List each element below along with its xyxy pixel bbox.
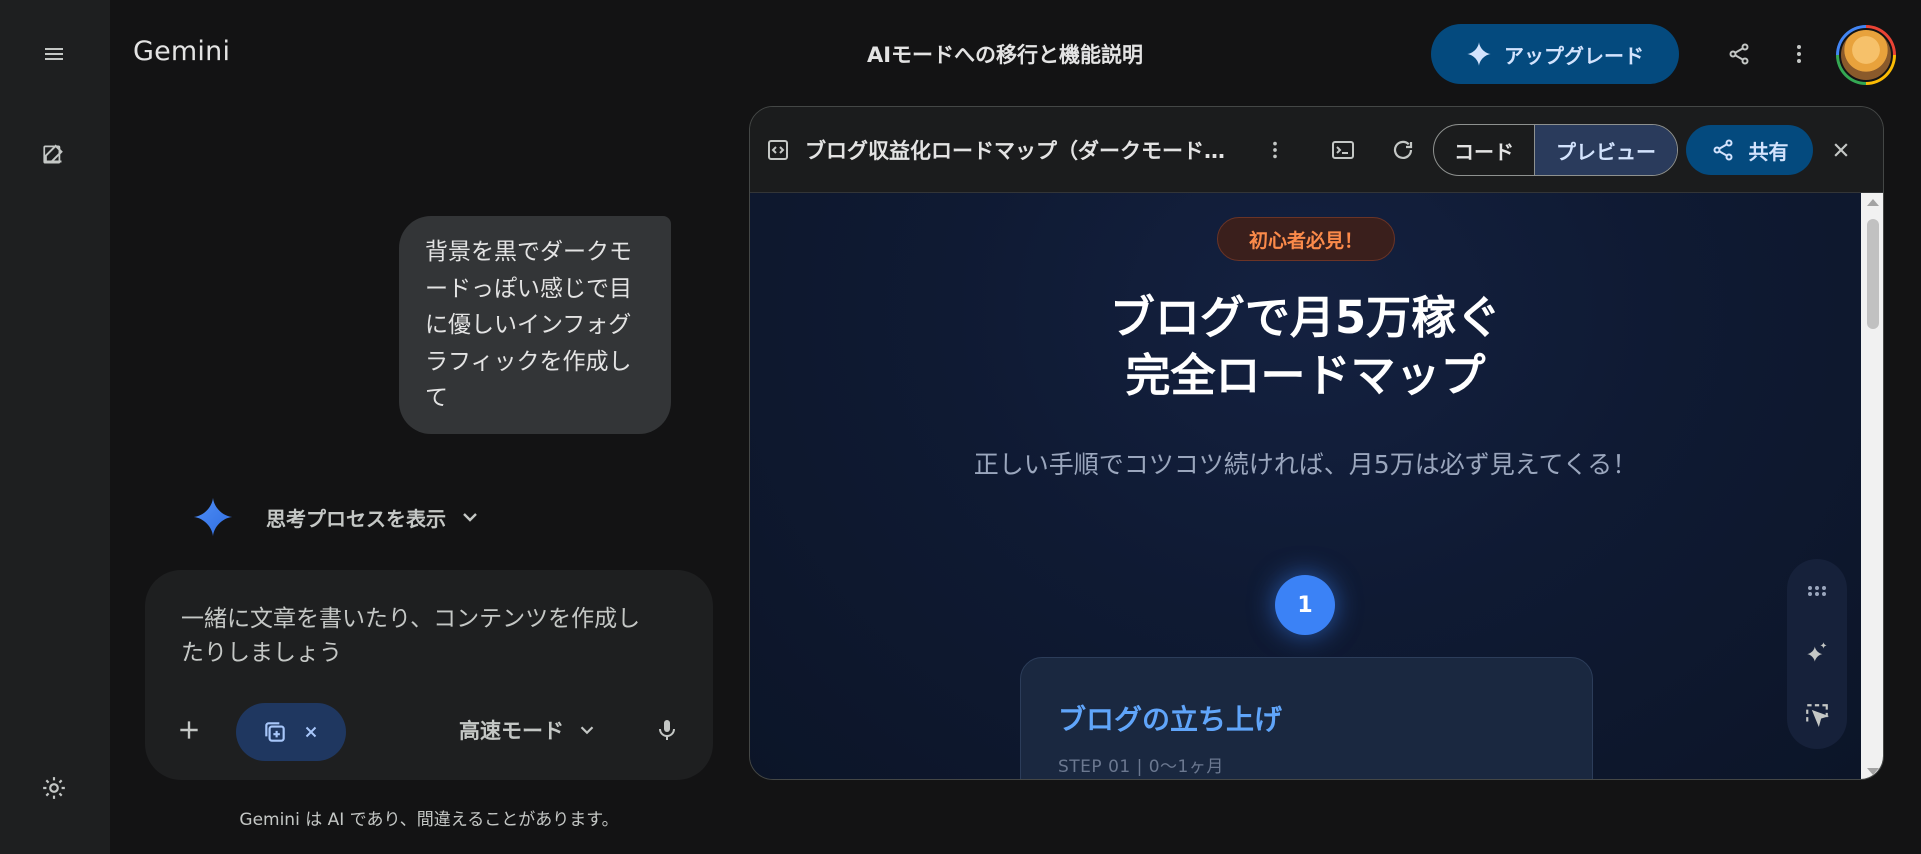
mode-label: 高速モード <box>459 719 564 743</box>
step-title: ブログの立ち上げ <box>1058 703 1283 736</box>
avatar-image <box>1839 28 1893 82</box>
preview-scrollbar[interactable] <box>1861 193 1883 779</box>
canvas-header: ブログ収益化ロードマップ（ダークモード... コード プレビュー 共有 <box>750 107 1883 193</box>
microphone-button[interactable] <box>647 710 687 750</box>
ai-edit-button[interactable] <box>1797 633 1837 673</box>
chat-title[interactable]: AIモードへの移行と機能説明 <box>760 39 1250 69</box>
menu-button[interactable] <box>34 34 74 74</box>
gemini-spark-icon <box>193 497 233 537</box>
upgrade-label: アップグレード <box>1504 43 1644 68</box>
mode-selector[interactable]: 高速モード <box>459 710 598 750</box>
microphone-icon <box>659 720 675 740</box>
close-canvas-button[interactable] <box>1821 130 1861 170</box>
canvas-tool-chip[interactable] <box>236 703 346 761</box>
select-element-icon <box>1806 704 1830 728</box>
more-vert-icon <box>1273 141 1277 159</box>
chevron-down-icon <box>580 726 594 735</box>
thinking-toggle[interactable]: 思考プロセスを表示 <box>190 492 482 542</box>
new-chat-button[interactable] <box>34 134 74 174</box>
step-number-badge: 1 <box>1275 575 1335 635</box>
share-conversation-button[interactable] <box>1719 34 1759 74</box>
prompt-input[interactable]: 一緒に文章を書いたり、コンテンツを作成したりしましょう <box>181 602 641 670</box>
canvas-panel: ブログ収益化ロードマップ（ダークモード... コード プレビュー 共有 初心者必… <box>749 106 1884 780</box>
prompt-composer: 一緒に文章を書いたり、コンテンツを作成したりしましょう 高速モード <box>145 570 713 780</box>
infographic-subtitle: 正しい手順でコツコツ続ければ、月5万は必ず見えてくる！ <box>973 450 1638 479</box>
canvas-title: ブログ収益化ロードマップ（ダークモード... <box>805 139 1225 163</box>
step-card: ブログの立ち上げ STEP 01 | 0〜1ヶ月 <box>1020 657 1593 779</box>
select-element-button[interactable] <box>1797 695 1837 735</box>
more-options-button[interactable] <box>1779 34 1819 74</box>
canvas-more-button[interactable] <box>1255 130 1295 170</box>
upgrade-button[interactable]: アップグレード <box>1431 24 1679 84</box>
chevron-down-icon <box>463 513 477 522</box>
scroll-up-arrow[interactable] <box>1867 199 1879 206</box>
console-button[interactable] <box>1323 130 1363 170</box>
title-line-1: ブログで月5万稼ぐ <box>1109 291 1502 344</box>
add-attachment-button[interactable] <box>169 710 209 750</box>
ai-disclaimer: Gemini は AI であり、間違えることがあります。 <box>239 810 619 830</box>
step-meta: STEP 01 | 0〜1ヶ月 <box>1058 757 1224 777</box>
title-line-2: 完全ロードマップ <box>1125 349 1486 402</box>
share-icon <box>1729 43 1749 65</box>
brand-logo[interactable]: Gemini <box>133 36 230 67</box>
canvas-share-button[interactable]: 共有 <box>1686 125 1813 175</box>
refresh-button[interactable] <box>1383 130 1423 170</box>
menu-icon <box>45 48 63 60</box>
drag-handle[interactable] <box>1797 571 1837 611</box>
gear-icon <box>43 777 65 799</box>
beginner-badge: 初心者必見！ <box>1217 217 1395 261</box>
preview-area[interactable]: 初心者必見！ ブログで月5万稼ぐ 完全ロードマップ 正しい手順でコツコツ続ければ… <box>750 193 1861 779</box>
canvas-tool-icon <box>265 722 285 742</box>
floating-toolbar <box>1787 559 1847 749</box>
tab-code[interactable]: コード <box>1434 125 1534 175</box>
refresh-icon <box>1393 140 1413 159</box>
plus-icon <box>180 721 198 739</box>
close-icon[interactable] <box>302 723 320 741</box>
scroll-thumb[interactable] <box>1867 219 1879 329</box>
settings-button[interactable] <box>34 768 74 808</box>
edit-icon <box>43 144 63 164</box>
code-icon <box>768 140 788 160</box>
drag-handle-icon <box>1808 586 1826 596</box>
terminal-icon <box>1332 141 1354 159</box>
more-vert-icon <box>1797 45 1801 63</box>
code-preview-toggle: コード プレビュー <box>1433 124 1678 176</box>
tab-preview[interactable]: プレビュー <box>1534 125 1677 175</box>
thinking-label: 思考プロセスを表示 <box>266 506 446 531</box>
share-label: 共有 <box>1748 139 1789 164</box>
close-icon <box>1834 143 1848 157</box>
side-rail <box>0 0 110 854</box>
magic-edit-icon <box>1807 642 1827 662</box>
scroll-down-arrow[interactable] <box>1867 768 1879 775</box>
canvas-code-badge <box>758 130 798 170</box>
user-message-bubble: 背景を黒でダークモードっぽい感じで目に優しいインフォグラフィックを作成して <box>399 216 671 434</box>
share-icon <box>1713 139 1732 161</box>
infographic-title: ブログで月5万稼ぐ 完全ロードマップ <box>950 289 1661 405</box>
account-avatar[interactable] <box>1836 25 1896 85</box>
sparkle-icon <box>1467 42 1491 66</box>
